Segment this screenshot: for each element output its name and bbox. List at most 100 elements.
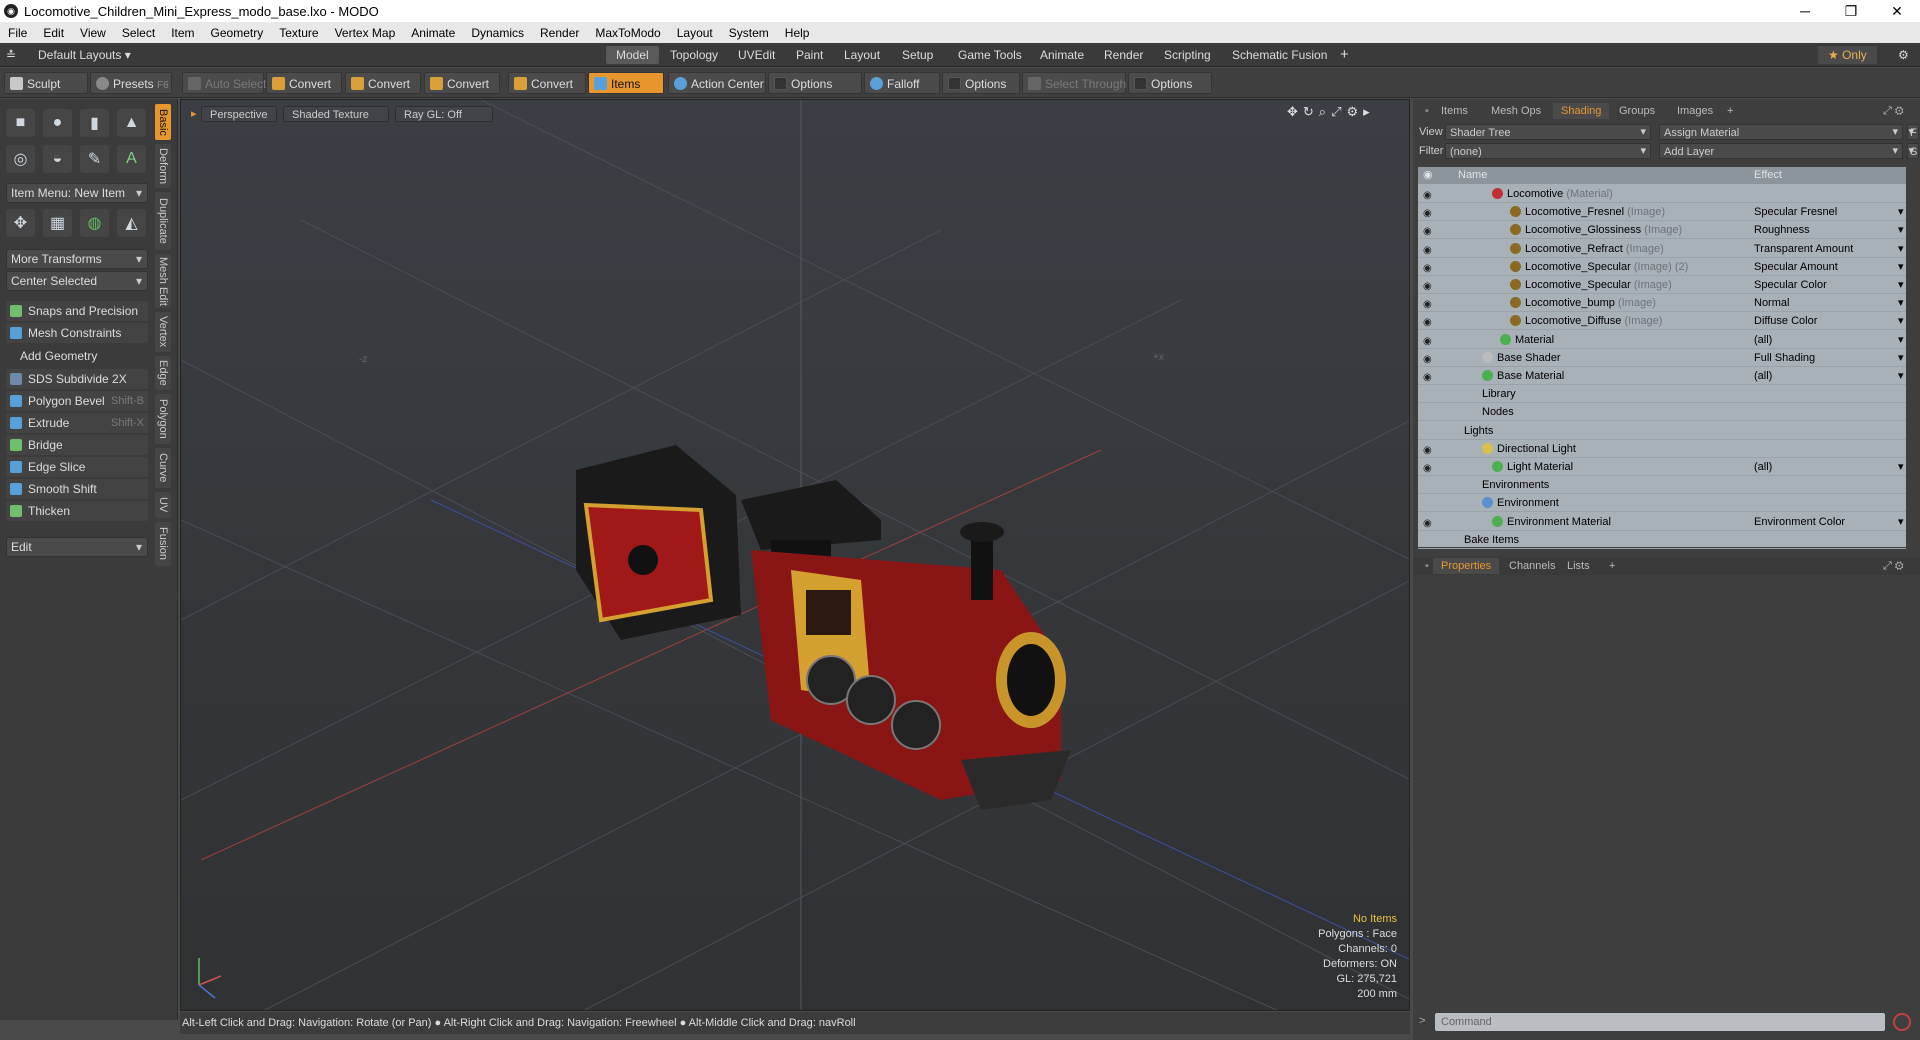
select-through-options-button[interactable]: Options — [1128, 72, 1212, 94]
capsule-icon[interactable]: ◒ — [43, 145, 72, 173]
raygl-button[interactable]: Ray GL: Off — [395, 106, 493, 122]
view-dropdown[interactable]: Shader Tree — [1445, 124, 1651, 140]
center-selected-dropdown[interactable]: Center Selected — [6, 271, 148, 291]
effect-dropdown[interactable]: Diffuse Color — [1754, 312, 1904, 330]
menu-view[interactable]: View — [72, 26, 114, 40]
shader-tree-row[interactable]: ◉ Base Material (all) — [1418, 367, 1906, 385]
sds-subdivide-button[interactable]: SDS Subdivide 2X — [6, 369, 148, 389]
s-button[interactable]: S — [1907, 143, 1919, 159]
tab-schematic-fusion[interactable]: Schematic Fusion — [1222, 46, 1337, 64]
tab-uv[interactable]: UV — [155, 492, 171, 518]
effect-dropdown[interactable]: Specular Color — [1754, 276, 1903, 294]
tab-curve[interactable]: Curve — [155, 448, 171, 488]
items-mode-button[interactable]: Items — [588, 72, 664, 94]
menu-select[interactable]: Select — [114, 26, 163, 40]
shader-tree-row[interactable]: Lights — [1418, 422, 1906, 440]
menu-edit[interactable]: Edit — [35, 26, 72, 40]
tab-vertex[interactable]: Vertex — [155, 312, 171, 352]
add-tab-button[interactable]: + — [1330, 46, 1359, 64]
effect-dropdown[interactable]: (all) — [1754, 331, 1906, 349]
effect-dropdown[interactable]: Transparent Amount — [1754, 240, 1904, 258]
shader-tree-row[interactable]: ◉ Light Material (all) — [1418, 458, 1906, 476]
auto-select-button[interactable]: Auto Select — [182, 72, 266, 94]
convert-items-button[interactable]: Convert — [508, 72, 586, 94]
plane-icon[interactable]: ◭ — [117, 209, 146, 237]
tab-shading[interactable]: Shading — [1553, 103, 1610, 119]
record-icon[interactable] — [1893, 1013, 1911, 1031]
shader-tree-row[interactable]: ◉ Locomotive (Material) — [1418, 185, 1906, 203]
shader-tree-row[interactable]: Library — [1418, 385, 1906, 404]
name-column-header[interactable]: Name — [1458, 169, 1487, 181]
3d-viewport[interactable]: -z +x ▸ Perspective Shaded Texture Ray G… — [180, 99, 1410, 1011]
shader-tree-row[interactable]: ◉ Material (all) — [1418, 331, 1906, 349]
tab-groups[interactable]: Groups — [1611, 103, 1663, 119]
shader-tree-row[interactable]: ◉ Locomotive_Specular (Image) (2) Specular… — [1418, 258, 1906, 276]
menu-vertex-map[interactable]: Vertex Map — [327, 26, 404, 40]
effect-dropdown[interactable]: Normal — [1754, 294, 1905, 312]
convert-vertices-button[interactable]: Convert — [266, 72, 342, 94]
grid-icon[interactable]: ▦ — [43, 209, 72, 237]
default-layouts-dropdown[interactable]: Default Layouts ▾ — [28, 46, 141, 64]
text-icon[interactable]: A — [117, 145, 146, 173]
tab-uvedit[interactable]: UVEdit — [728, 46, 785, 64]
add-panel-tab-button[interactable]: + — [1719, 103, 1741, 119]
menu-dynamics[interactable]: Dynamics — [463, 26, 532, 40]
command-input[interactable]: Command — [1435, 1013, 1885, 1031]
sculpt-button[interactable]: Sculpt — [4, 72, 88, 94]
edge-slice-button[interactable]: Edge Slice — [6, 457, 148, 477]
viewport-nav-icons[interactable]: ✥↻⌕⤢⚙▸ — [1287, 104, 1375, 120]
shader-tree-row[interactable]: ◉ Locomotive_Fresnel (Image) Specular Fres… — [1418, 203, 1906, 222]
view-type-button[interactable]: Perspective — [201, 106, 277, 122]
tab-polygon[interactable]: Polygon — [155, 394, 171, 444]
menu-maxtomodo[interactable]: MaxToModo — [587, 26, 668, 40]
shader-tree-row[interactable]: ◉ Locomotive_Diffuse (Image) Diffuse Color — [1418, 312, 1906, 331]
panel-options-icons[interactable]: ⤢⚙ — [1875, 103, 1915, 119]
tab-topology[interactable]: Topology — [660, 46, 728, 64]
add-layer-dropdown[interactable]: Add Layer — [1659, 143, 1903, 159]
shading-mode-button[interactable]: Shaded Texture — [283, 106, 389, 122]
layout-gear-icon[interactable]: ⚙ — [1888, 46, 1919, 64]
item-menu-dropdown[interactable]: Item Menu: New Item — [6, 183, 148, 203]
falloff-options-button[interactable]: Options — [942, 72, 1020, 94]
tab-channels[interactable]: Channels — [1501, 558, 1563, 574]
tab-deform[interactable]: Deform — [155, 144, 171, 188]
menu-layout[interactable]: Layout — [669, 26, 721, 40]
presets-button[interactable]: Presets F6 — [90, 72, 172, 94]
convert-polygons-button[interactable]: Convert — [424, 72, 500, 94]
assign-material-button[interactable]: Assign Material — [1659, 124, 1903, 140]
cube-icon[interactable]: ■ — [6, 109, 35, 137]
shader-tree-row[interactable]: Nodes — [1418, 403, 1906, 422]
tab-game-tools[interactable]: Game Tools — [948, 46, 1032, 64]
add-geometry-section[interactable]: Add Geometry — [6, 347, 148, 365]
thicken-button[interactable]: Thicken — [6, 501, 148, 521]
restore-button[interactable]: ❐ — [1828, 0, 1874, 22]
snaps-precision-button[interactable]: Snaps and Precision — [6, 301, 148, 321]
effect-dropdown[interactable]: Full Shading — [1754, 349, 1904, 367]
tab-scripting[interactable]: Scripting — [1154, 46, 1221, 64]
globe-icon[interactable]: ◍ — [80, 209, 109, 237]
add-properties-tab-button[interactable]: + — [1601, 558, 1623, 574]
tab-render[interactable]: Render — [1094, 46, 1153, 64]
f-button[interactable]: F — [1907, 124, 1919, 140]
torus-icon[interactable]: ◎ — [6, 145, 35, 173]
menu-render[interactable]: Render — [532, 26, 587, 40]
effect-dropdown[interactable]: (all) — [1754, 458, 1906, 476]
tab-mesh-ops[interactable]: Mesh Ops — [1483, 103, 1549, 119]
tab-duplicate[interactable]: Duplicate — [155, 192, 171, 250]
shader-tree-row[interactable]: Bake Items — [1418, 531, 1906, 549]
tab-paint[interactable]: Paint — [786, 46, 833, 64]
menu-geometry[interactable]: Geometry — [203, 26, 272, 40]
convert-edges-button[interactable]: Convert — [345, 72, 421, 94]
falloff-button[interactable]: Falloff — [864, 72, 940, 94]
viewport-menu-icon[interactable]: ▸ — [189, 106, 199, 122]
tab-mesh-edit[interactable]: Mesh Edit — [155, 254, 171, 308]
effect-dropdown[interactable]: (all) — [1754, 367, 1906, 385]
menu-animate[interactable]: Animate — [403, 26, 463, 40]
effect-column-header[interactable]: Effect — [1754, 169, 1782, 181]
edit-dropdown[interactable]: Edit — [6, 537, 148, 557]
cone-icon[interactable]: ▲ — [117, 109, 146, 137]
tab-properties[interactable]: Properties — [1433, 558, 1500, 574]
filter-dropdown[interactable]: (none) — [1445, 143, 1651, 159]
tab-setup[interactable]: Setup — [892, 46, 943, 64]
menu-item[interactable]: Item — [163, 26, 202, 40]
